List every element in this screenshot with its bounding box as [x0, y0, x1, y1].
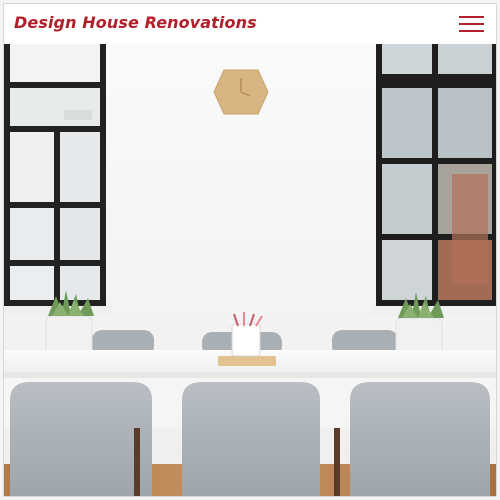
site-header: Design House Renovations [4, 4, 496, 44]
left-window [4, 44, 112, 316]
right-window [370, 44, 496, 316]
dining-room-illustration [4, 44, 496, 496]
page-frame: Design House Renovations [4, 4, 496, 496]
hero-image [4, 44, 496, 496]
hamburger-menu-icon-bar-top [459, 16, 484, 18]
hamburger-menu-icon-bar-bottom [459, 30, 484, 32]
front-chairs [10, 382, 490, 496]
brand-logo-text[interactable]: Design House Renovations [14, 13, 257, 32]
hamburger-menu-icon-bar-middle [459, 23, 484, 25]
menu-button[interactable] [456, 10, 486, 38]
